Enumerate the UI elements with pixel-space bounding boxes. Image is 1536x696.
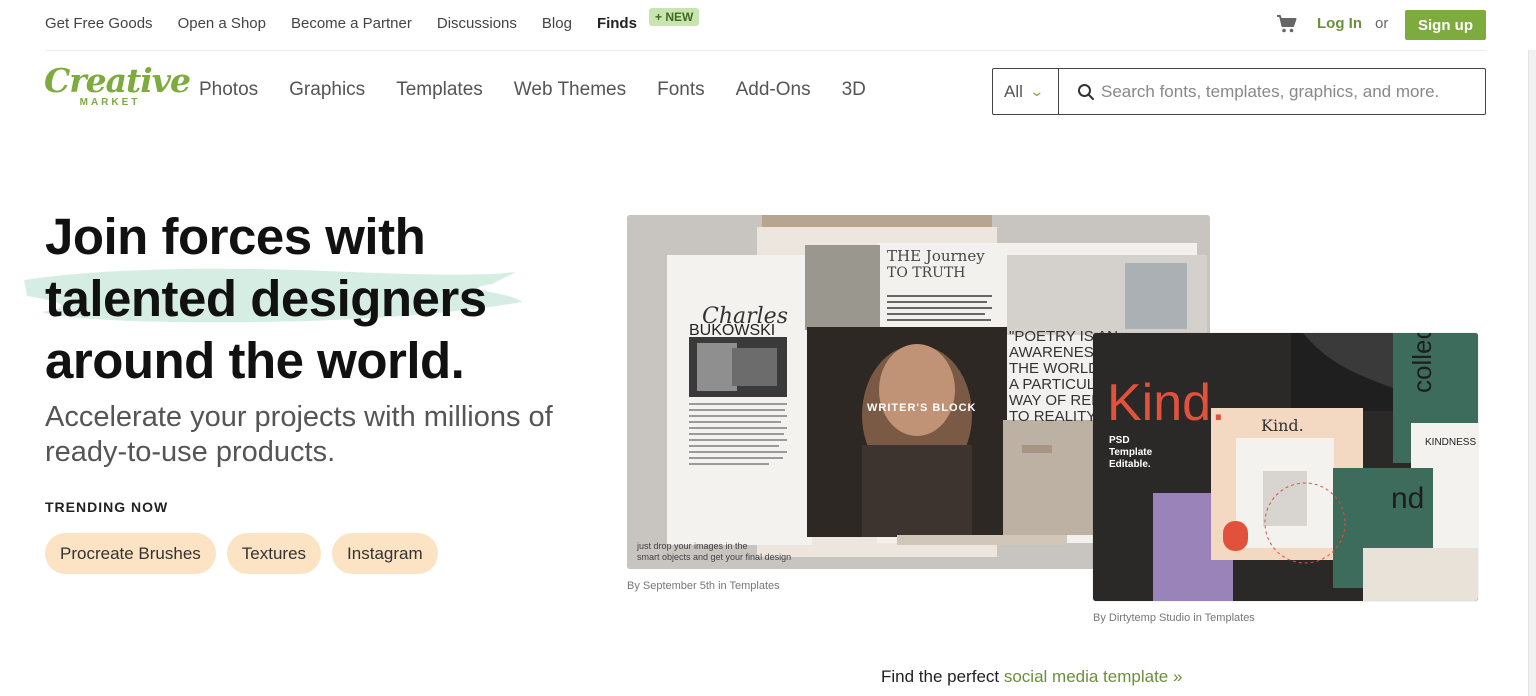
nav-graphics[interactable]: Graphics [289,79,365,101]
header-divider [45,50,1486,51]
nav-get-free-goods[interactable]: Get Free Goods [45,15,153,32]
nav-add-ons[interactable]: Add-Ons [736,79,811,101]
creative-market-logo[interactable]: Creative MARKET [44,61,191,115]
logo-wordmark: Creative [44,61,191,100]
search-input[interactable] [1101,81,1471,102]
search-category-value: All [1004,81,1023,101]
nav-blog[interactable]: Blog [542,15,572,32]
trending-label: TRENDING NOW [45,499,169,515]
preview-caption-b: By Dirtytemp Studio in Templates [1093,612,1255,624]
text-kind-small: Kind. [1261,416,1304,435]
nav-templates[interactable]: Templates [396,79,483,101]
nav-fonts[interactable]: Fonts [657,79,705,101]
headline-line-2: talented designers [45,270,487,327]
hero-subhead: Accelerate your projects with millions o… [45,401,553,468]
login-link[interactable]: Log In [1317,15,1362,32]
search-field [1059,69,1485,114]
text-writers-block: WRITER'S BLOCK [867,402,977,414]
chip-instagram[interactable]: Instagram [332,533,438,574]
find-perfect-cta: Find the perfect social media template » [881,667,1182,687]
search-icon [1078,83,1094,100]
chevron-down-icon: ⌄ [1029,83,1045,99]
search-bar: All ⌄ [992,68,1486,115]
kind-collage: Kind. PSD Template Editable. Kind. KINDNES… [1093,333,1478,601]
text-collection: collection [1407,333,1437,393]
hero-headline: Join forces with talented designers arou… [45,206,605,392]
nav-finds[interactable]: Finds [597,15,637,32]
social-media-template-link[interactable]: social media template » [1004,667,1183,686]
preview-caption-a: By September 5th in Templates [627,580,780,592]
or-text: or [1375,15,1389,32]
chip-textures[interactable]: Textures [226,533,322,574]
nav-3d[interactable]: 3D [842,79,866,101]
text-bukowski: BUKOWSKI [689,322,775,339]
new-badge: + NEW [649,8,700,26]
nav-web-themes[interactable]: Web Themes [514,79,626,101]
cart-icon[interactable] [1276,14,1298,34]
text-kindness: KINDNESS [1425,437,1476,448]
trending-chips: Procreate Brushes Textures Instagram [45,533,438,574]
nav-discussions[interactable]: Discussions [437,15,517,32]
preview-image-kind[interactable]: Kind. PSD Template Editable. Kind. KINDNES… [1093,333,1478,601]
utility-bar: Get Free Goods Open a Shop Become a Part… [0,0,1536,50]
headline-line-3: around the world. [45,332,465,389]
text-kind-large: Kind. [1107,374,1226,432]
text-to-truth: TO TRUTH [887,265,966,281]
text-nd: nd [1391,482,1424,515]
nav-open-a-shop[interactable]: Open a Shop [178,15,266,32]
text-journey: THE Journey [887,247,985,265]
nav-become-a-partner[interactable]: Become a Partner [291,15,412,32]
search-category-select[interactable]: All ⌄ [993,69,1059,114]
find-perfect-prefix: Find the perfect [881,667,1004,686]
category-nav: Photos Graphics Templates Web Themes Fon… [199,79,866,101]
chip-procreate-brushes[interactable]: Procreate Brushes [45,533,216,574]
page-scrollbar[interactable] [1528,50,1536,696]
signup-button[interactable]: Sign up [1405,10,1486,40]
utility-nav: Get Free Goods Open a Shop Become a Part… [45,15,637,32]
headline-line-1: Join forces with [45,208,426,265]
nav-photos[interactable]: Photos [199,79,258,101]
